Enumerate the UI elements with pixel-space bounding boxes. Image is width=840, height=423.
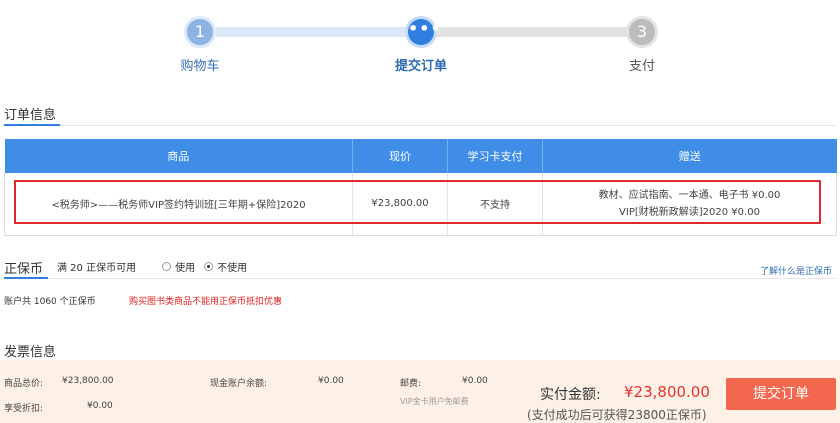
stepper-track-todo [436,27,628,37]
product-name[interactable]: <税务师>——税务师VIP签约特训班[三年期+保险]2020 [4,173,353,236]
coin-options: 满 20 正保币可用 使用 不使用 [57,259,247,274]
postage-label: 邮费: [400,379,422,389]
invoice-title: 发票信息 [4,345,57,360]
gift-line-1: 教材、应试指南、一本通、电子书 ¥0.00 [598,189,781,201]
coin-title: 正保币 [4,262,44,277]
postage-value: ¥0.00 [462,376,488,386]
order-info-underline [4,124,60,126]
stepper-track-done [216,27,408,37]
step-3-icon: 3 [626,16,658,48]
coin-rule [4,278,836,279]
summary-bar [0,360,840,423]
col-card-pay: 学习卡支付 [447,139,543,173]
radio-not-use-icon[interactable] [204,262,214,271]
coin-not-use-label: 不使用 [217,263,248,274]
coin-underline [4,277,48,279]
step-2-icon: ••• [405,16,441,48]
step-1-label: 购物车 [180,59,220,74]
radio-use-icon[interactable] [162,262,172,271]
postage-note: VIP金卡用户免邮费 [400,397,469,406]
submit-order-button[interactable]: 提交订单 [726,378,836,410]
pay-amount-label: 实付金额: [540,387,601,403]
gift-line-2: VIP[财税新政解读]2020 ¥0.00 [619,206,760,218]
coin-use-label: 使用 [175,263,196,274]
total-price-value: ¥23,800.00 [62,376,114,386]
total-price-label: 商品总价: [4,379,44,389]
col-price: 现价 [352,139,448,173]
step-1-icon: 1 [184,16,216,48]
coin-available-text: 满 20 正保币可用 [57,263,137,274]
coin-warning-text: 购买图书类商品不能用正保币抵扣优惠 [129,297,283,307]
step-2-label: 提交订单 [394,59,447,74]
coin-use-option[interactable]: 使用 [162,259,195,274]
pay-amount-note: (支付成功后可获得23800正保币) [527,408,707,422]
order-info-title: 订单信息 [4,108,57,123]
checkout-stepper: 1 ••• 3 购物车 提交订单 支付 [0,0,840,84]
discount-label: 享受折扣: [4,404,44,414]
coin-help-link[interactable]: 了解什么是正保币 [760,264,832,277]
coin-account-text: 账户共 1060 个正保币 [4,297,96,307]
card-pay-status: 不支持 [447,173,543,236]
cash-balance-label: 现金账户余额: [210,379,268,389]
coin-not-use-option[interactable]: 不使用 [204,259,247,274]
col-product: 商品 [4,139,353,173]
step-3-label: 支付 [628,59,655,74]
discount-value: ¥0.00 [87,401,113,411]
gift-cell: 教材、应试指南、一本通、电子书 ¥0.00 VIP[财税新政解读]2020 ¥0… [542,173,837,236]
col-gift: 赠送 [542,139,837,173]
product-price: ¥23,800.00 [352,173,448,236]
order-table-header: 商品 现价 学习卡支付 赠送 [4,139,837,173]
cash-balance-value: ¥0.00 [318,376,344,386]
pay-amount-value: ¥23,800.00 [624,383,710,401]
order-info-rule [4,125,836,126]
table-row: <税务师>——税务师VIP签约特训班[三年期+保险]2020 ¥23,800.0… [4,173,837,236]
order-table: 商品 现价 学习卡支付 赠送 <税务师>——税务师VIP签约特训班[三年期+保险… [4,139,837,236]
